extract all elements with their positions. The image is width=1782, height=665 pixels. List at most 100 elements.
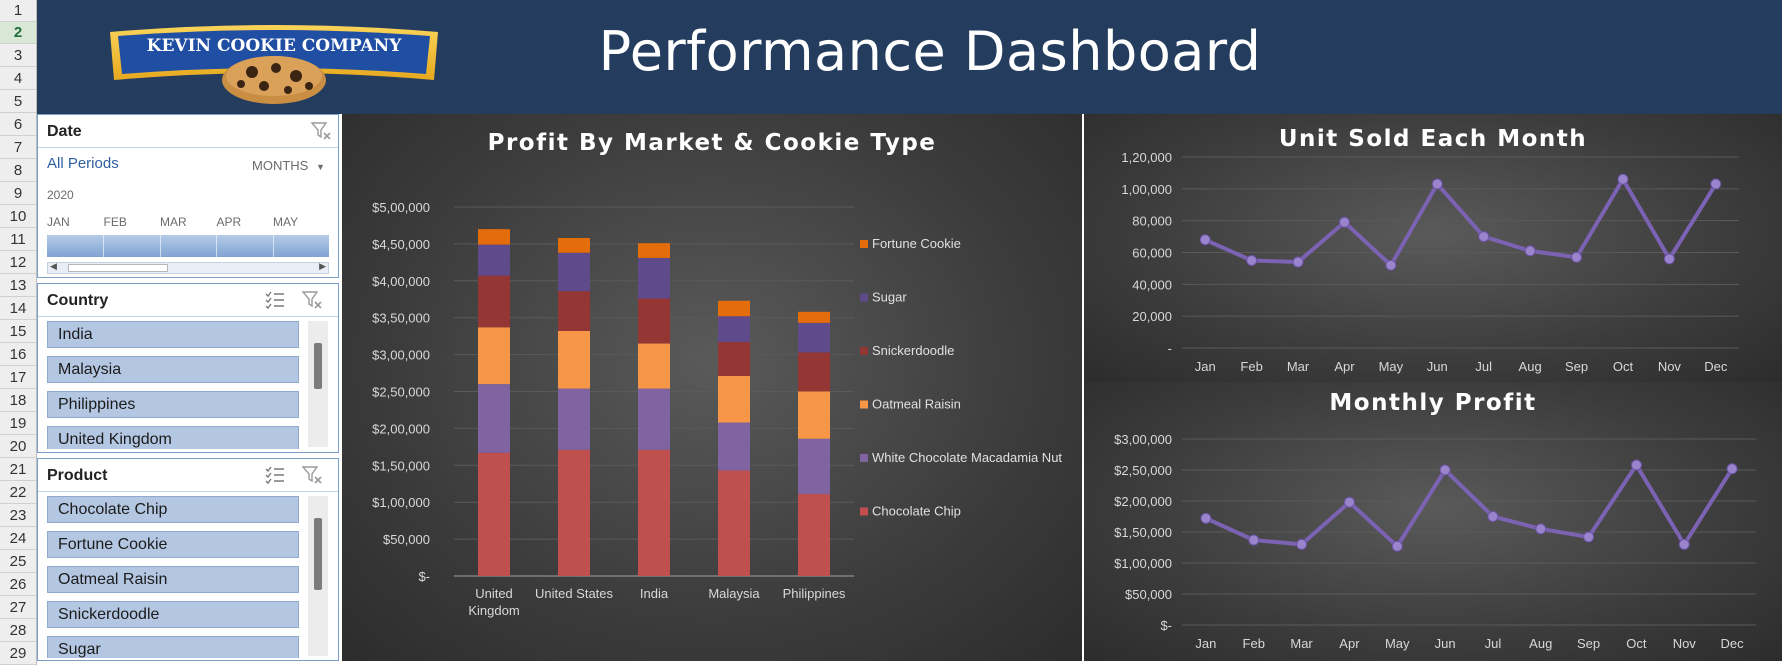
x-tick-label: Jul [1475, 359, 1492, 374]
row-header-8[interactable]: 8 [0, 160, 36, 182]
y-tick-label: $2,50,000 [1114, 463, 1172, 478]
row-header-12[interactable]: 12 [0, 252, 36, 274]
row-header-3[interactable]: 3 [0, 45, 36, 67]
slicer-item-sugar[interactable]: Sugar [47, 636, 299, 658]
bar-segment [718, 300, 750, 317]
y-tick-label: $2,00,000 [372, 421, 430, 436]
row-header-28[interactable]: 28 [0, 620, 36, 642]
slicer-item-fortune-cookie[interactable]: Fortune Cookie [47, 531, 299, 558]
clear-filter-icon[interactable] [301, 290, 323, 310]
x-tick-label: May [1385, 636, 1410, 651]
month-label-apr[interactable]: APR [217, 215, 242, 229]
y-tick-label: $1,00,000 [372, 495, 430, 510]
country-scroll-thumb[interactable] [314, 343, 322, 389]
y-tick-label: $5,00,000 [372, 200, 430, 215]
data-point [1678, 538, 1690, 550]
profit-by-market-chart[interactable]: Profit By Market & Cookie Type $- $50,000… [342, 114, 1082, 661]
row-header-27[interactable]: 27 [0, 597, 36, 619]
data-point [1246, 254, 1258, 266]
y-tick-label: 40,000 [1132, 277, 1172, 292]
row-header-15[interactable]: 15 [0, 321, 36, 343]
bar-segment [638, 298, 670, 344]
bar-segment [718, 376, 750, 423]
product-scroll-thumb[interactable] [314, 518, 322, 590]
month-label-feb[interactable]: FEB [104, 215, 127, 229]
row-header-23[interactable]: 23 [0, 505, 36, 527]
y-tick-label: $- [1160, 618, 1172, 633]
timeline-scrollbar[interactable]: ◀ ▶ [47, 261, 329, 274]
slicer-item-philippines[interactable]: Philippines [47, 391, 299, 418]
row-header-11[interactable]: 11 [0, 229, 36, 251]
y-tick-label: $2,50,000 [372, 385, 430, 400]
data-point [1663, 253, 1675, 265]
row-header-16[interactable]: 16 [0, 344, 36, 366]
row-header-29[interactable]: 29 [0, 643, 36, 665]
clear-filter-icon[interactable] [301, 465, 323, 485]
bar-segment [638, 388, 670, 450]
slicer-item-chocolate-chip[interactable]: Chocolate Chip [47, 496, 299, 523]
clear-filter-icon[interactable] [310, 121, 332, 141]
row-header-14[interactable]: 14 [0, 298, 36, 320]
data-point [1535, 523, 1547, 535]
product-slicer[interactable]: Product Chocolate Chip Fortune Cookie Oa… [37, 458, 339, 661]
bar-segment [798, 438, 830, 495]
stacked-bar-plot: $- $50,000 $1,00,000 $1,50,000 $2,00,000 $2,5… [372, 200, 1062, 618]
row-header-7[interactable]: 7 [0, 137, 36, 159]
row-header-4[interactable]: 4 [0, 68, 36, 90]
data-point [1391, 540, 1403, 552]
slicer-item-malaysia[interactable]: Malaysia [47, 356, 299, 383]
slicer-item-india[interactable]: India [47, 321, 299, 348]
bar-segment [798, 391, 830, 439]
time-level-dropdown[interactable]: MONTHS ▼ [252, 158, 325, 173]
x-tick-label: Jul [1485, 636, 1502, 651]
row-header-21[interactable]: 21 [0, 459, 36, 481]
monthly-profit-chart[interactable]: Monthly Profit $- $50,000 $1,00,000 $1,50,0… [1084, 382, 1782, 661]
slicer-item-united-kingdom[interactable]: United Kingdom [47, 426, 299, 449]
row-header-6[interactable]: 6 [0, 114, 36, 136]
date-timeline-slicer[interactable]: Date All Periods MONTHS ▼ 2020 JAN FEB MAR… [37, 114, 339, 278]
row-header-10[interactable]: 10 [0, 206, 36, 228]
bar-segment [558, 330, 590, 389]
bar-segment [718, 470, 750, 576]
row-header-25[interactable]: 25 [0, 551, 36, 573]
bar-segment [558, 252, 590, 292]
slicer-item-oatmeal-raisin[interactable]: Oatmeal Raisin [47, 566, 299, 593]
row-header-22[interactable]: 22 [0, 482, 36, 504]
month-label-mar[interactable]: MAR [160, 215, 187, 229]
multi-select-icon[interactable] [264, 465, 286, 485]
y-tick-label: $3,50,000 [372, 311, 430, 326]
bar-segment [478, 275, 510, 328]
timeline-bar[interactable] [47, 235, 329, 257]
all-periods-label[interactable]: All Periods [47, 155, 119, 172]
row-header-9[interactable]: 9 [0, 183, 36, 205]
row-header-1[interactable]: 1 [0, 0, 36, 22]
timeline-scroll-thumb[interactable] [68, 264, 168, 272]
row-header-2[interactable]: 2 [0, 22, 36, 44]
row-header-24[interactable]: 24 [0, 528, 36, 550]
row-header-18[interactable]: 18 [0, 390, 36, 412]
row-header-20[interactable]: 20 [0, 436, 36, 458]
country-slicer[interactable]: Country India Malaysia Philippines Unite… [37, 283, 339, 453]
scroll-right-icon[interactable]: ▶ [319, 261, 326, 272]
product-scrollbar[interactable] [308, 496, 328, 656]
scroll-left-icon[interactable]: ◀ [50, 261, 57, 272]
row-header-26[interactable]: 26 [0, 574, 36, 596]
data-point [1343, 496, 1355, 508]
x-tick-label: Malaysia [708, 586, 760, 601]
y-tick-label: $4,50,000 [372, 237, 430, 252]
country-scrollbar[interactable] [308, 321, 328, 447]
row-header-19[interactable]: 19 [0, 413, 36, 435]
legend-label: White Chocolate Macadamia Nut [872, 450, 1062, 465]
data-point [1726, 463, 1738, 475]
x-tick-label: India [640, 586, 669, 601]
slicer-item-snickerdoodle[interactable]: Snickerdoodle [47, 601, 299, 628]
multi-select-icon[interactable] [264, 290, 286, 310]
month-label-jan[interactable]: JAN [47, 215, 70, 229]
row-header-17[interactable]: 17 [0, 367, 36, 389]
unit-sold-chart[interactable]: Unit Sold Each Month -20,000 40,000 60,000… [1084, 114, 1782, 382]
x-tick-label: Mar [1290, 636, 1313, 651]
row-header-13[interactable]: 13 [0, 275, 36, 297]
row-header-5[interactable]: 5 [0, 91, 36, 113]
bar-segment [638, 449, 670, 576]
month-label-may[interactable]: MAY [273, 215, 298, 229]
